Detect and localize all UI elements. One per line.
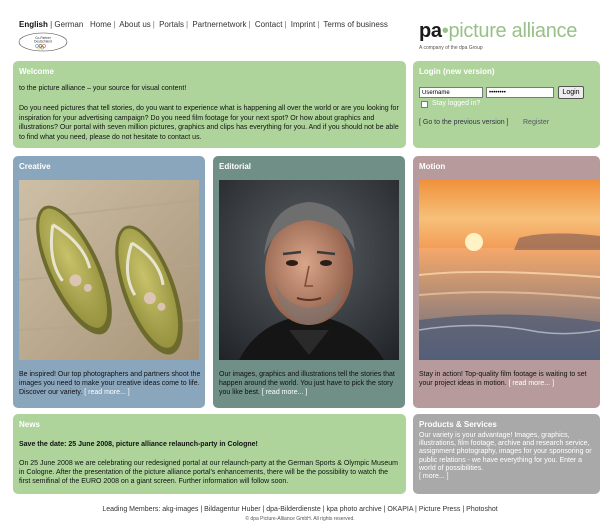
editorial-panel: Editorial Our images, graphics and illus… [213,156,405,408]
editorial-title[interactable]: Editorial [213,156,405,171]
creative-read-more-link[interactable]: [ read more... ] [84,389,130,396]
nav-about[interactable]: About us [119,20,151,29]
products-body: Our variety is your advantage! Images, g… [419,432,592,472]
login-title: Login (new version) [419,67,495,76]
lang-german-link[interactable]: German [54,20,83,29]
creative-panel: Creative Be inspired! Our top photograph… [13,156,205,408]
welcome-title: Welcome [19,67,54,76]
nav-home[interactable]: Home [90,20,111,29]
motion-text: Stay in action! Top-quality film footage… [419,370,600,388]
password-input[interactable] [486,87,554,98]
nav-portals[interactable]: Portals [159,20,184,29]
stay-logged-in-checkbox[interactable] [421,101,428,108]
lang-english-link[interactable]: English [19,20,48,29]
language-switch: English | German [19,20,84,29]
footer-label: Leading Members: [102,506,161,513]
products-text: Our variety is your advantage! Images, g… [419,432,599,481]
editorial-text: Our images, graphics and illustrations t… [219,370,401,397]
nav-terms[interactable]: Terms of business [323,20,387,29]
svg-text:Deutschland: Deutschland [34,40,52,44]
welcome-intro: to the picture alliance – your source fo… [19,85,187,92]
products-title[interactable]: Products & Services [413,414,600,429]
nav-contact[interactable]: Contact [255,20,283,29]
news-title: News [19,420,40,429]
sunset-beach-photo[interactable] [419,180,600,360]
brand-subtitle: A company of the dpa Group [419,45,483,51]
news-body: On 25 June 2008 we are celebrating our r… [19,460,398,485]
news-headline[interactable]: Save the date: 25 June 2008, picture all… [19,441,258,448]
nav-imprint[interactable]: Imprint [291,20,315,29]
previous-version-link[interactable]: [ Go to the previous version ] [419,119,509,126]
creative-text: Be inspired! Our top photographers and p… [19,370,201,397]
motion-title[interactable]: Motion [413,156,600,171]
welcome-body: Do you need pictures that tell stories, … [19,105,399,141]
creative-title[interactable]: Creative [13,156,205,171]
nav-partnernetwork[interactable]: Partnernetwork [192,20,246,29]
stay-logged-in-label: Stay logged in? [432,100,481,107]
copyright: © dpa Picture-Alliance GmbH. All rights … [245,516,355,522]
products-panel: Products & Services Our variety is your … [413,414,600,494]
username-input[interactable] [419,87,483,98]
brand-logo[interactable]: pa•picture alliance [419,20,577,43]
flip-flops-photo[interactable] [19,180,199,360]
register-link[interactable]: Register [523,119,549,126]
footer-member-links[interactable]: akg-images | Bildagentur Huber | dpa-Bil… [162,506,497,513]
motion-read-more-link[interactable]: [ read more... ] [509,380,555,387]
editorial-read-more-link[interactable]: [ read more... ] [262,389,308,396]
welcome-panel: Welcome to the picture alliance – your s… [13,61,406,148]
brand-pa: pa [419,20,442,42]
portrait-photo[interactable] [219,180,399,360]
login-panel: Login (new version) Login Stay logged in… [413,61,600,148]
footer-members: Leading Members: akg-images | Bildagentu… [0,506,600,513]
top-nav: Home | About us | Portals | Partnernetwork |… [90,20,388,29]
news-panel: News Save the date: 25 June 2008, pictur… [13,414,406,494]
brand-name: picture alliance [448,20,578,42]
motion-panel: Motion Stay in action! Top-quality film … [413,156,600,408]
login-button[interactable]: Login [558,86,584,99]
olympic-partner-logo[interactable]: Co-Partner Deutschland [18,32,68,52]
products-more-link[interactable]: [ more... ] [419,473,449,480]
motion-desc: Stay in action! Top-quality film footage… [419,371,587,387]
